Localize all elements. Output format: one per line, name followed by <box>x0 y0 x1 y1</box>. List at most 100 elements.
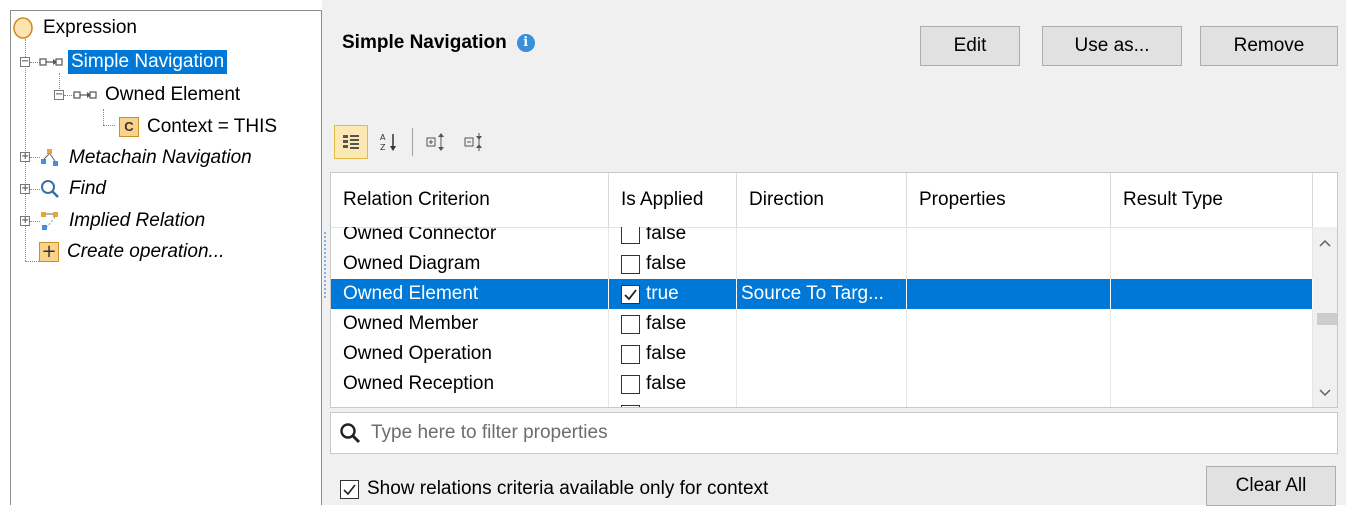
table-row-selected[interactable]: Owned Element true Source To Targ... <box>331 279 1313 309</box>
expand-toggle[interactable]: + <box>20 184 30 194</box>
collapse-toggle[interactable]: − <box>54 90 64 100</box>
column-header-result-type[interactable]: Result Type <box>1111 173 1313 227</box>
tree-item-find[interactable]: Find <box>39 174 109 204</box>
svg-text:Z: Z <box>380 143 386 152</box>
collapse-all-icon[interactable] <box>457 125 491 159</box>
cell-result-type[interactable] <box>1111 227 1313 249</box>
categorized-view-icon[interactable] <box>334 125 368 159</box>
cell-is-applied[interactable]: false <box>609 309 737 339</box>
cell-is-applied[interactable]: false <box>609 369 737 399</box>
clear-all-button[interactable]: Clear All <box>1206 466 1336 506</box>
cell-is-applied[interactable]: false <box>609 227 737 249</box>
cell-properties[interactable] <box>907 339 1111 369</box>
cell-is-applied[interactable]: false <box>609 249 737 279</box>
table-row[interactable]: Owned Operation false <box>331 339 1313 369</box>
relation-criteria-table: Relation Criterion Is Applied Direction … <box>330 172 1338 408</box>
cell-properties[interactable] <box>907 369 1111 399</box>
applied-value: false <box>646 253 687 274</box>
filter-box <box>330 412 1338 454</box>
tree-item-context[interactable]: C Context = THIS <box>119 112 280 142</box>
table-body: Owned Connector false Owned Diagram fals… <box>331 227 1313 407</box>
cell-properties[interactable] <box>907 249 1111 279</box>
cell-result-type[interactable] <box>1111 279 1313 309</box>
cell-direction[interactable] <box>737 249 907 279</box>
column-header-direction[interactable]: Direction <box>737 173 907 227</box>
use-as-button[interactable]: Use as... <box>1042 26 1182 66</box>
sort-alphabetically-icon[interactable]: AZ <box>372 125 406 159</box>
cell-result-type[interactable] <box>1111 309 1313 339</box>
cell-is-applied[interactable]: true <box>609 279 737 309</box>
tree-item-expression[interactable]: Expression <box>11 13 140 43</box>
applied-checkbox[interactable] <box>621 344 640 364</box>
cell-result-type[interactable] <box>1111 249 1313 279</box>
applied-checkbox[interactable] <box>621 254 640 274</box>
table-row[interactable]: Owned Diagram false <box>331 249 1313 279</box>
navigation-icon <box>73 89 97 101</box>
remove-button[interactable]: Remove <box>1200 26 1338 66</box>
navigation-icon <box>39 56 63 68</box>
tree-item-label: Implied Relation <box>69 210 206 231</box>
scroll-down-icon[interactable] <box>1313 383 1337 403</box>
cell-criterion: Owned Member <box>331 309 609 339</box>
cell-direction[interactable]: Source To Targ... <box>737 279 907 309</box>
applied-value: true <box>646 283 679 304</box>
properties-toolbar: AZ <box>334 122 495 162</box>
collapse-toggle[interactable]: − <box>20 57 30 67</box>
applied-checkbox[interactable] <box>621 227 640 244</box>
info-icon[interactable]: i <box>516 34 535 52</box>
tree-item-implied-relation[interactable]: Implied Relation <box>39 206 208 236</box>
table-row[interactable]: Owned Connector false <box>331 227 1313 249</box>
table-row[interactable]: Owned Reception false <box>331 369 1313 399</box>
plus-icon: + <box>39 242 59 262</box>
tree-item-metachain-navigation[interactable]: Metachain Navigation <box>39 143 255 173</box>
cell-direction[interactable] <box>737 369 907 399</box>
applied-checkbox[interactable] <box>621 404 640 407</box>
expand-toggle[interactable]: + <box>20 152 30 162</box>
tree-item-label: Find <box>69 178 106 199</box>
show-context-checkbox[interactable] <box>340 479 359 499</box>
column-header-is-applied[interactable]: Is Applied <box>609 173 737 227</box>
scroll-up-icon[interactable] <box>1313 233 1337 253</box>
column-header-properties[interactable]: Properties <box>907 173 1111 227</box>
applied-value: false <box>646 373 687 394</box>
table-row[interactable]: Owned Member false <box>331 309 1313 339</box>
cell-result-type[interactable] <box>1111 399 1313 407</box>
applied-checkbox[interactable] <box>621 374 640 394</box>
applied-checkbox-checked[interactable] <box>621 284 640 304</box>
tree-item-simple-navigation[interactable]: Simple Navigation <box>39 47 228 77</box>
show-context-option[interactable]: Show relations criteria available only f… <box>340 478 768 500</box>
cell-direction[interactable] <box>737 399 907 407</box>
cell-direction[interactable] <box>737 309 907 339</box>
scrollbar-thumb[interactable] <box>1317 313 1337 325</box>
cell-direction[interactable] <box>737 227 907 249</box>
cell-direction[interactable] <box>737 339 907 369</box>
cell-is-applied[interactable]: false <box>609 339 737 369</box>
search-icon <box>339 422 361 444</box>
applied-checkbox[interactable] <box>621 314 640 334</box>
cell-is-applied[interactable] <box>609 399 737 407</box>
cell-properties[interactable] <box>907 399 1111 407</box>
filter-properties-input[interactable] <box>369 421 1273 445</box>
expression-tree: − − + + + Expression Simple Navigation O… <box>10 10 322 505</box>
column-header-relation-criterion[interactable]: Relation Criterion <box>331 173 609 227</box>
cell-properties[interactable] <box>907 309 1111 339</box>
cell-properties[interactable] <box>907 227 1111 249</box>
tree-line <box>25 39 26 261</box>
cell-properties[interactable] <box>907 279 1111 309</box>
table-row[interactable] <box>331 399 1313 407</box>
expand-all-icon[interactable] <box>419 125 453 159</box>
splitter-handle[interactable] <box>324 232 328 298</box>
cell-criterion: Owned Element <box>331 279 609 309</box>
tree-item-create-operation[interactable]: + Create operation... <box>39 237 227 267</box>
tree-item-label: Owned Element <box>105 84 241 105</box>
vertical-scrollbar[interactable] <box>1313 227 1337 407</box>
edit-button[interactable]: Edit <box>920 26 1020 66</box>
cell-criterion: Owned Operation <box>331 339 609 369</box>
applied-value: false <box>646 227 687 244</box>
cell-result-type[interactable] <box>1111 369 1313 399</box>
tree-item-owned-element[interactable]: Owned Element <box>73 80 243 110</box>
toolbar-separator <box>412 128 413 156</box>
cell-criterion: Owned Diagram <box>331 249 609 279</box>
cell-result-type[interactable] <box>1111 339 1313 369</box>
expand-toggle[interactable]: + <box>20 216 30 226</box>
